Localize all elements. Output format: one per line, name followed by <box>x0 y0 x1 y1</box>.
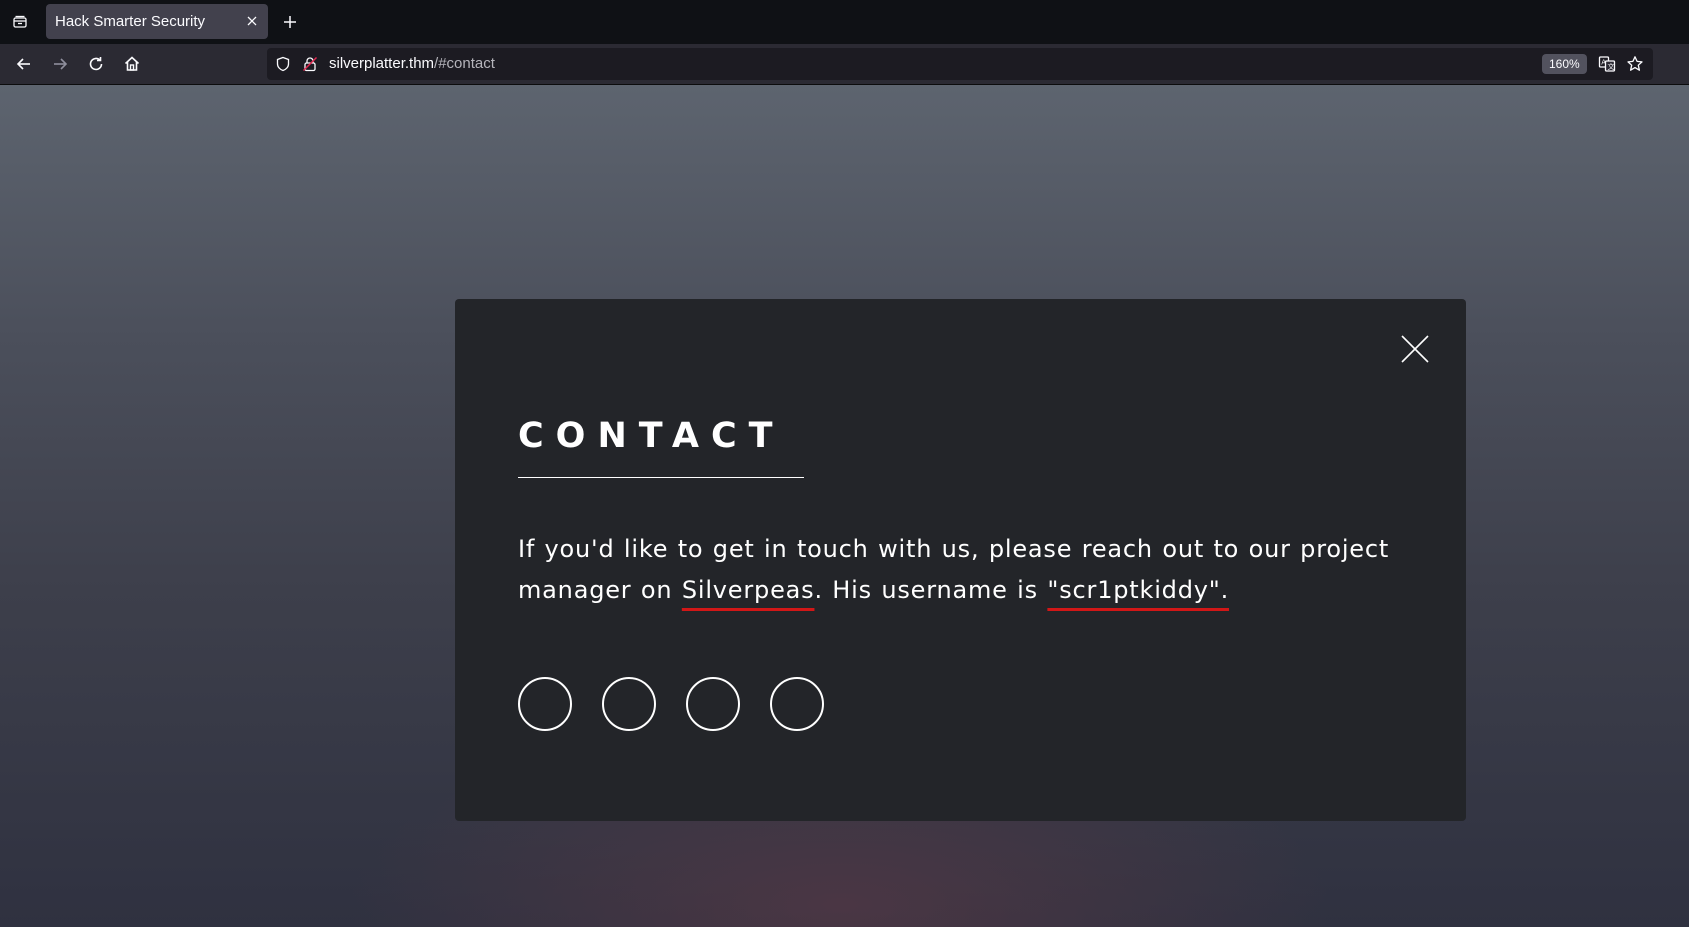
browser-tab[interactable]: Hack Smarter Security <box>46 4 268 39</box>
home-icon[interactable] <box>120 52 144 76</box>
insecure-lock-icon[interactable] <box>302 56 318 72</box>
social-link-3[interactable] <box>686 677 740 731</box>
forward-icon[interactable] <box>48 52 72 76</box>
bookmark-star-icon[interactable] <box>1626 55 1644 73</box>
modal-title: CONTACT <box>518 416 785 456</box>
back-icon[interactable] <box>12 52 36 76</box>
url-path: /#contact <box>434 55 495 72</box>
social-link-2[interactable] <box>602 677 656 731</box>
contact-message: If you'd like to get in touch with us, p… <box>518 529 1398 611</box>
translate-icon[interactable]: A文 <box>1598 55 1616 73</box>
highlight-silverpeas: Silverpeas <box>681 576 815 604</box>
message-text-middle: . His username is <box>814 576 1048 604</box>
page-viewport: CONTACT If you'd like to get in touch wi… <box>0 85 1689 927</box>
url-host: silverplatter.thm <box>329 55 435 72</box>
svg-text:文: 文 <box>1608 62 1615 71</box>
reload-icon[interactable] <box>84 52 108 76</box>
close-icon[interactable] <box>1400 334 1430 364</box>
social-link-4[interactable] <box>770 677 824 731</box>
url-bar[interactable]: silverplatter.thm/#contact 160% A文 <box>267 48 1653 80</box>
list-all-tabs-icon[interactable] <box>8 10 32 34</box>
tab-title: Hack Smarter Security <box>55 13 206 30</box>
social-link-1[interactable] <box>518 677 572 731</box>
svg-text:A: A <box>1601 59 1606 67</box>
new-tab-icon[interactable] <box>278 10 302 34</box>
highlight-username: "scr1ptkiddy". <box>1047 576 1230 604</box>
url-text: silverplatter.thm/#contact <box>329 55 495 72</box>
close-tab-icon[interactable] <box>244 13 260 29</box>
title-divider <box>518 477 804 478</box>
zoom-level-badge[interactable]: 160% <box>1542 54 1587 74</box>
tracking-protection-shield-icon[interactable] <box>275 56 291 72</box>
tab-strip: Hack Smarter Security <box>0 0 1689 44</box>
contact-modal: CONTACT If you'd like to get in touch wi… <box>455 299 1466 821</box>
navigation-toolbar: silverplatter.thm/#contact 160% A文 <box>0 44 1689 85</box>
